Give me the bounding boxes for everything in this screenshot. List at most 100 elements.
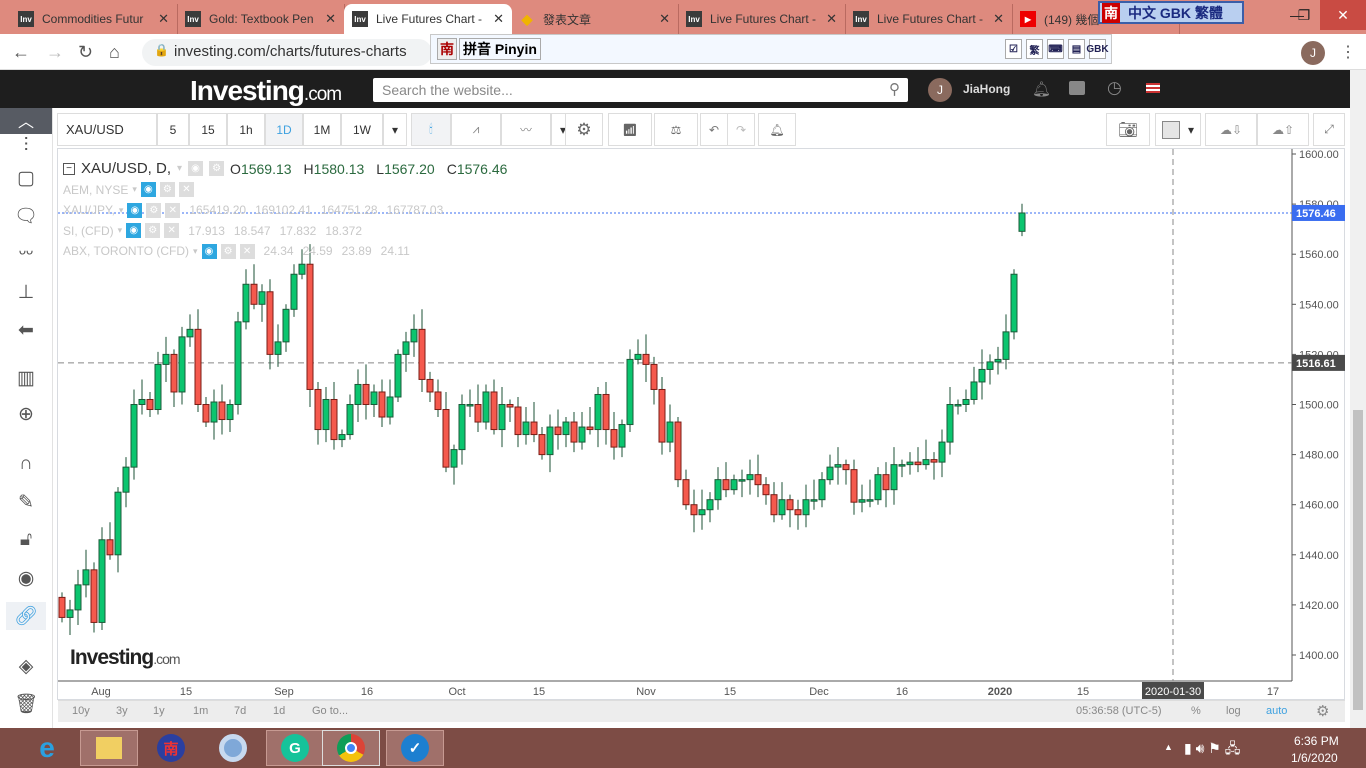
rectangle-tool-icon[interactable]: ▢ <box>12 164 40 192</box>
tray-time[interactable]: 6:36 PM <box>1294 734 1339 748</box>
percent-scale-toggle[interactable]: % <box>1191 705 1201 717</box>
investing-logo[interactable]: Investing.com <box>190 75 342 107</box>
ime-button[interactable]: 繁 <box>1026 39 1043 59</box>
overlay-symbol[interactable]: ABX, TORONTO (CFD) <box>63 244 189 258</box>
collapse-legend-icon[interactable]: − <box>63 162 75 175</box>
site-search-input[interactable]: Search the website... ⚲ <box>373 78 908 102</box>
browser-tab[interactable]: Inv Live Futures Chart - ✕ <box>344 4 512 34</box>
cloud-download-icon[interactable]: ☁⇩ <box>1205 113 1257 146</box>
interval-1D[interactable]: 1D <box>265 113 303 146</box>
browser-tab[interactable]: Inv Live Futures Chart - ✕ <box>678 4 846 34</box>
ime-app-icon[interactable]: 南 <box>142 730 200 766</box>
overlay-settings-icon[interactable]: ⚙ <box>145 223 161 238</box>
zoom-in-icon[interactable]: ⊕ <box>12 400 40 428</box>
candle[interactable] <box>626 349 634 433</box>
trash-icon[interactable]: 🗑︎ <box>12 690 40 718</box>
candle[interactable] <box>394 349 402 402</box>
collapse-chevron-up-icon[interactable]: ︿ <box>0 108 52 134</box>
overlay-eye-icon[interactable]: ◉ <box>140 182 156 197</box>
candle[interactable] <box>90 562 98 633</box>
candle[interactable] <box>98 527 106 630</box>
file-explorer-icon[interactable] <box>80 730 138 766</box>
tab-close-icon[interactable]: ✕ <box>993 11 1004 27</box>
close-window-button[interactable]: ✕ <box>1320 0 1366 30</box>
log-scale-toggle[interactable]: log <box>1226 705 1241 717</box>
ime-button[interactable]: GBK <box>1086 39 1109 59</box>
range-Goto[interactable]: Go to... <box>312 705 348 717</box>
range-1m[interactable]: 1m <box>193 705 208 717</box>
user-name[interactable]: JiaHong <box>963 82 1010 96</box>
pencil-lock-icon[interactable]: ✎ <box>12 488 40 516</box>
browser-tab[interactable]: ◆ 發表文章 ✕ <box>511 4 679 34</box>
ime-status-bar[interactable]: 南 中文 GBK 繁體 <box>1098 1 1244 24</box>
fullscreen-icon[interactable]: ⤢ <box>1313 113 1345 146</box>
portfolio-icon[interactable] <box>1069 81 1085 95</box>
range-10y[interactable]: 10y <box>72 705 90 717</box>
interval-1M[interactable]: 1M <box>303 113 341 146</box>
browser-tab[interactable]: Inv Gold: Textbook Pen ✕ <box>177 4 345 34</box>
ime-button[interactable]: ⌨ <box>1047 39 1064 59</box>
candle[interactable] <box>306 244 314 408</box>
overlay-remove-icon[interactable]: ✕ <box>239 243 255 259</box>
candle[interactable] <box>1010 269 1018 340</box>
interval-15[interactable]: 15 <box>189 113 227 146</box>
clock-icon[interactable]: ◷ <box>1107 78 1122 98</box>
interval-1W[interactable]: 1W <box>341 113 383 146</box>
overlay-dropdown-icon[interactable]: ▾ <box>132 184 137 195</box>
ime-button[interactable]: ▤ <box>1068 39 1085 59</box>
indicators-button-icon[interactable]: 📶︎ <box>608 113 652 146</box>
area-chart-type-icon[interactable]: ⩘ <box>451 113 501 146</box>
app-bird-icon[interactable]: ✓ <box>386 730 444 766</box>
show-hidden-icons-icon[interactable]: ▲ <box>1164 742 1173 752</box>
arrow-left-icon[interactable]: ⬅ <box>12 316 40 344</box>
chromium-icon[interactable] <box>204 730 262 766</box>
overlay-eye-icon[interactable]: ◉ <box>126 223 142 238</box>
back-icon[interactable]: ← <box>12 42 30 63</box>
search-icon[interactable]: ⚲ <box>889 80 900 98</box>
overlay-dropdown-icon[interactable]: ▾ <box>118 225 123 236</box>
comment-tool-icon[interactable]: 🗨︎ <box>12 202 40 230</box>
overlay-symbol[interactable]: XAU/JPY, <box>63 203 115 217</box>
camera-snapshot-icon[interactable]: 📷︎ <box>1106 113 1150 146</box>
menu-icon[interactable]: ⋮ <box>1340 42 1356 62</box>
visibility-eye-icon[interactable]: ◉ <box>188 161 204 176</box>
overlay-eye-icon[interactable]: ◉ <box>127 202 143 218</box>
candle[interactable] <box>234 311 242 415</box>
bottom-settings-gear-icon[interactable]: ⚙ <box>1316 702 1329 720</box>
page-scrollbar[interactable] <box>1350 70 1366 728</box>
interval-dropdown-icon[interactable]: ▾ <box>383 113 407 146</box>
measure-tool-icon[interactable]: ⊥ <box>12 278 40 306</box>
overlay-dropdown-icon[interactable]: ▾ <box>119 205 124 216</box>
profile-avatar[interactable]: J <box>1301 41 1325 65</box>
overlay-eye-icon[interactable]: ◉ <box>201 243 217 259</box>
overlay-symbol[interactable]: SI, (CFD) <box>63 224 114 238</box>
add-alert-bell-icon[interactable]: 🔔︎ <box>758 113 796 146</box>
unlock-icon[interactable]: 🔓︎ <box>12 526 40 554</box>
crosshair-tool-icon[interactable]: ⫶ <box>12 132 40 160</box>
grammarly-app-icon[interactable]: G <box>266 730 324 766</box>
undo-icon[interactable]: ↶ <box>700 113 728 146</box>
tab-close-icon[interactable]: ✕ <box>826 11 837 27</box>
user-avatar[interactable]: J <box>928 78 952 102</box>
symbol-dropdown-icon[interactable]: ▾ <box>177 163 182 174</box>
range-3y[interactable]: 3y <box>116 705 128 717</box>
reload-icon[interactable]: ↻ <box>78 42 93 63</box>
settings-gear-icon[interactable]: ⚙ <box>565 113 603 146</box>
overlay-remove-icon[interactable]: ✕ <box>165 202 181 218</box>
home-icon[interactable]: ⌂ <box>109 42 120 63</box>
browser-tab[interactable]: Inv Live Futures Chart - ✕ <box>845 4 1013 34</box>
tab-close-icon[interactable]: ✕ <box>659 11 670 27</box>
redo-icon[interactable]: ↷ <box>727 113 755 146</box>
line-chart-type-icon[interactable]: 〰 <box>501 113 551 146</box>
settings-icon[interactable]: ⚙ <box>209 161 225 176</box>
overlay-remove-icon[interactable]: ✕ <box>164 223 180 238</box>
forward-icon[interactable]: → <box>46 42 64 63</box>
eye-icon[interactable]: ◉ <box>12 564 40 592</box>
internet-explorer-icon[interactable]: e <box>18 730 76 766</box>
tab-close-icon[interactable]: ✕ <box>158 11 169 27</box>
compare-scale-icon[interactable]: ⚖ <box>654 113 698 146</box>
us-flag-icon[interactable] <box>1146 83 1160 93</box>
cloud-upload-icon[interactable]: ☁⇧ <box>1257 113 1309 146</box>
tab-close-icon[interactable]: ✕ <box>493 11 504 27</box>
overlay-settings-icon[interactable]: ⚙ <box>159 182 175 197</box>
